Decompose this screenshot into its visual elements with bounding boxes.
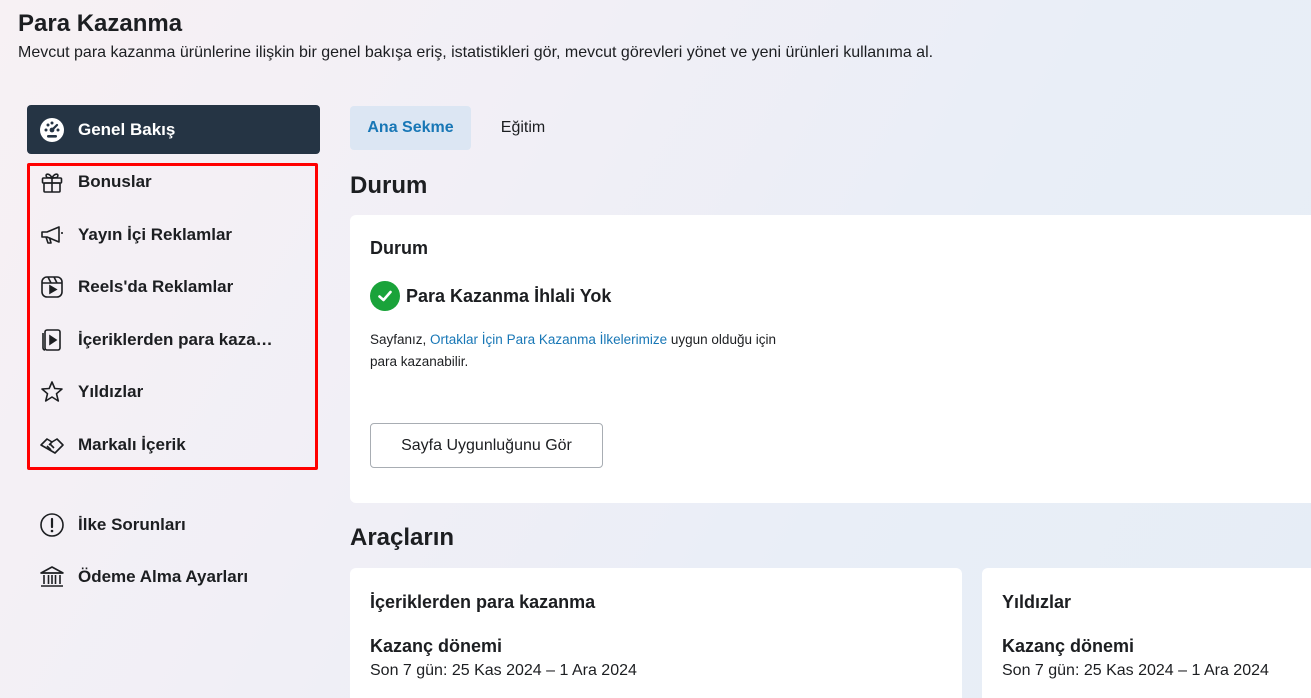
tools-heading: Araçların xyxy=(350,524,455,551)
highlight-box xyxy=(27,163,318,470)
tool-card-date: Son 7 gün: 25 Kas 2024 – 1 Ara 2024 xyxy=(370,662,637,679)
gift-icon xyxy=(38,168,66,196)
tool-card-title: İçeriklerden para kazanma xyxy=(370,592,596,612)
sidebar-item-branded-content[interactable]: Markalı İçerik xyxy=(38,425,308,465)
status-desc-prefix: Sayfanız, xyxy=(370,332,431,347)
status-row: Para Kazanma İhlali Yok xyxy=(370,281,611,311)
sidebar-item-label: Ödeme Alma Ayarları xyxy=(78,567,249,586)
tool-card-stars[interactable]: Yıldızlar Kazanç dönemi Son 7 gün: 25 Ka… xyxy=(982,568,1311,698)
status-description: Sayfanız, Ortaklar İçin Para Kazanma İlk… xyxy=(370,329,800,373)
status-text: Para Kazanma İhlali Yok xyxy=(406,285,612,306)
reels-icon xyxy=(38,273,66,301)
tool-card-subtitle: Kazanç dönemi xyxy=(1002,636,1135,656)
tab-home[interactable]: Ana Sekme xyxy=(350,106,471,150)
sidebar-item-content-monetization[interactable]: İçeriklerden para kaza… xyxy=(38,320,308,360)
handshake-icon xyxy=(38,431,66,459)
sidebar-item-label: Bonuslar xyxy=(78,172,152,191)
view-page-eligibility-button[interactable]: Sayfa Uygunluğunu Gör xyxy=(370,423,603,468)
policy-link[interactable]: Ortaklar İçin Para Kazanma İlkelerimize xyxy=(430,332,667,347)
status-heading: Durum xyxy=(350,172,428,199)
tab-education[interactable]: Eğitim xyxy=(484,106,562,150)
megaphone-icon xyxy=(38,221,66,249)
sidebar-item-label: Yıldızlar xyxy=(78,382,144,401)
sidebar-item-payout-settings[interactable]: Ödeme Alma Ayarları xyxy=(38,557,308,597)
sidebar-item-policy-issues[interactable]: İlke Sorunları xyxy=(38,505,308,545)
sidebar-item-instream-ads[interactable]: Yayın İçi Reklamlar xyxy=(38,215,308,255)
star-icon xyxy=(38,378,66,406)
sidebar-item-overview[interactable]: Genel Bakış xyxy=(27,105,320,154)
dashboard-icon xyxy=(39,117,65,143)
sidebar-item-label: İçeriklerden para kaza… xyxy=(78,330,273,349)
sidebar-item-reels-ads[interactable]: Reels'da Reklamlar xyxy=(38,267,308,307)
bank-icon xyxy=(38,563,66,591)
sidebar-item-label: İlke Sorunları xyxy=(78,515,186,534)
tool-card-title: Yıldızlar xyxy=(1002,592,1072,612)
sidebar-item-label: Markalı İçerik xyxy=(78,435,186,454)
tool-card-date: Son 7 gün: 25 Kas 2024 – 1 Ara 2024 xyxy=(1002,662,1269,679)
content-video-icon xyxy=(38,326,66,354)
sidebar-item-label: Genel Bakış xyxy=(78,119,176,139)
status-card: Durum Para Kazanma İhlali Yok Sayfanız, … xyxy=(350,215,1311,503)
alert-icon xyxy=(38,511,66,539)
status-card-title: Durum xyxy=(370,238,428,258)
sidebar-item-stars[interactable]: Yıldızlar xyxy=(38,372,308,412)
page-subtitle: Mevcut para kazanma ürünlerine ilişkin b… xyxy=(18,44,934,61)
tool-card-subtitle: Kazanç dönemi xyxy=(370,636,503,656)
check-icon xyxy=(370,281,400,311)
sidebar-item-label: Yayın İçi Reklamlar xyxy=(78,225,233,244)
sidebar-item-label: Reels'da Reklamlar xyxy=(78,277,234,296)
tool-card-content-monetization[interactable]: İçeriklerden para kazanma Kazanç dönemi … xyxy=(350,568,962,698)
page-title: Para Kazanma xyxy=(18,10,183,37)
sidebar-item-bonuses[interactable]: Bonuslar xyxy=(38,162,308,202)
